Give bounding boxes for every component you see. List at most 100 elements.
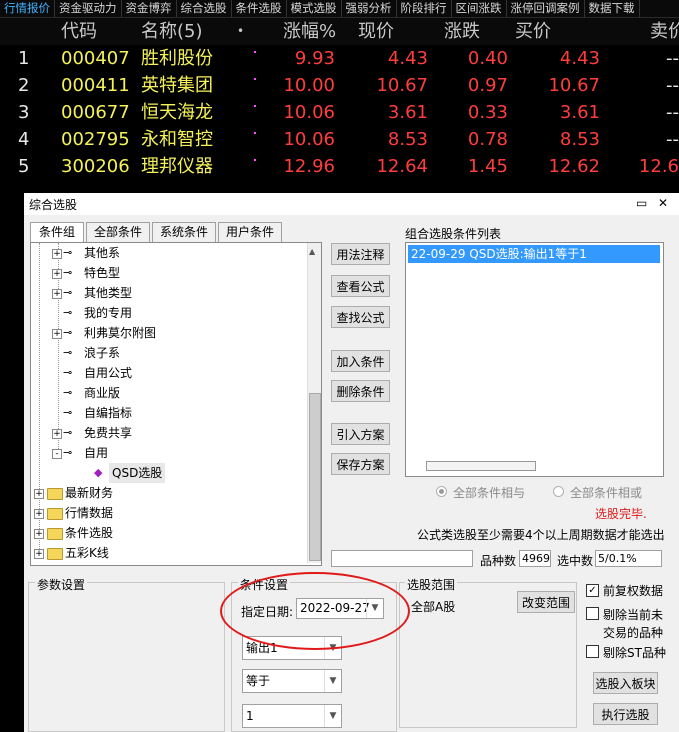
quote-row[interactable]: 4 002795 永和智控 10.06 8.53 0.78 8.53 --	[0, 126, 679, 153]
quote-cell-pct: 10.06	[283, 129, 335, 150]
tree-expand-toggle[interactable]: +	[34, 509, 44, 519]
quote-header-marker: •	[237, 24, 245, 38]
top-tab-8[interactable]: 区间涨跌	[452, 0, 507, 17]
tree-node[interactable]: 自编指标	[84, 403, 132, 423]
tree-expand-toggle[interactable]: +	[34, 549, 44, 559]
quote-row[interactable]: 2 000411 英特集团 10.00 10.67 0.97 10.67 --	[0, 72, 679, 99]
top-tab-2[interactable]: 资金博弈	[122, 0, 177, 17]
radio-and[interactable]	[436, 486, 447, 497]
formula-icon: ◆	[94, 466, 103, 479]
tree-node[interactable]: 浪子系	[84, 343, 120, 363]
quote-header-cell[interactable]: 涨跌	[444, 18, 480, 45]
tree-expand-toggle[interactable]: +	[52, 269, 62, 279]
tab-user-conditions[interactable]: 用户条件	[218, 222, 282, 242]
tree-expand-toggle[interactable]: +	[34, 529, 44, 539]
tree-node[interactable]: 最新财务	[65, 483, 113, 503]
radio-or[interactable]	[553, 486, 564, 497]
quote-cell-chg: 0.40	[467, 48, 508, 69]
quote-row[interactable]: 1 000407 胜利股份 9.93 4.43 0.40 4.43 --	[0, 45, 679, 72]
tree-node[interactable]: 利弗莫尔附图	[84, 323, 156, 343]
quote-cell-code: 300206	[61, 156, 130, 177]
remove-untraded-checkbox[interactable]	[586, 607, 599, 620]
tree-guide-line	[39, 243, 40, 553]
quote-header-cell[interactable]: 涨幅%	[283, 18, 336, 45]
top-tab-9[interactable]: 涨停回调案例	[507, 0, 585, 17]
quote-cell-no: 1	[18, 48, 30, 69]
radio-or-label: 全部条件相或	[570, 486, 643, 500]
top-tab-5[interactable]: 模式选股	[287, 0, 342, 17]
change-range-button[interactable]: 改变范围	[517, 591, 575, 613]
close-icon[interactable]: ✕	[658, 196, 668, 210]
condition-tree[interactable]: ▲ + ⊸ 其他系 + ⊸ 特色型 + ⊸ 其他类型 ⊸ 我的专用 + ⊸ 利弗莫尔附图 ⊸ 浪子系 ⊸ 自用公式…	[30, 242, 322, 566]
operator-select[interactable]: 等于 ▼	[242, 669, 342, 693]
tree-expand-toggle[interactable]: +	[52, 429, 62, 439]
quote-cell-code: 000407	[61, 48, 130, 69]
minimize-icon[interactable]: ▭	[636, 196, 647, 210]
progress-bar	[331, 550, 473, 567]
tree-scroll-thumb[interactable]	[309, 393, 321, 561]
value-input[interactable]: 1 ▼	[242, 704, 342, 728]
tree-node[interactable]: QSD选股	[109, 463, 166, 483]
tree-scrollbar[interactable]: ▲	[307, 243, 321, 563]
top-tab-1[interactable]: 资金驱动力	[55, 0, 122, 17]
annotation-ellipse	[220, 572, 410, 650]
tree-expand-toggle[interactable]: +	[52, 249, 62, 259]
view-formula-button[interactable]: 查看公式	[331, 275, 390, 297]
tree-node[interactable]: 五彩K线	[65, 543, 109, 563]
quote-header-cell[interactable]: 买价	[515, 18, 551, 45]
count-value: 4969	[519, 550, 551, 567]
top-tab-10[interactable]: 数据下载	[585, 0, 640, 17]
top-tab-4[interactable]: 条件选股	[232, 0, 287, 17]
find-formula-button[interactable]: 查找公式	[331, 306, 390, 328]
tab-all-conditions[interactable]: 全部条件	[86, 222, 150, 242]
condition-list-item[interactable]: 22-09-29 QSD选股:输出1等于1	[408, 245, 660, 263]
quote-cell-bid: 10.67	[548, 75, 600, 96]
usage-notes-button[interactable]: 用法注释	[331, 243, 390, 265]
dialog-title-bar: 综合选股 ▭ ✕	[24, 193, 679, 215]
tree-node[interactable]: 特色型	[84, 263, 120, 283]
tree-expand-toggle[interactable]: +	[52, 329, 62, 339]
top-tab-3[interactable]: 综合选股	[177, 0, 232, 17]
chevron-down-icon[interactable]: ▼	[324, 670, 341, 692]
tree-expand-toggle[interactable]: +	[52, 289, 62, 299]
top-tab-0[interactable]: 行情报价	[0, 0, 55, 17]
top-tab-7[interactable]: 阶段排行	[397, 0, 452, 17]
tree-node[interactable]: 行情数据	[65, 503, 113, 523]
tab-system-conditions[interactable]: 系统条件	[152, 222, 216, 242]
add-to-board-button[interactable]: 选股入板块	[593, 672, 658, 694]
quote-cell-name: 永和智控	[141, 129, 213, 150]
tree-node[interactable]: 条件选股	[65, 523, 113, 543]
quote-row[interactable]: 5 300206 理邦仪器 12.96 12.64 1.45 12.62 12.6	[0, 153, 679, 180]
remove-st-label: 剔除ST品种	[603, 646, 666, 660]
delete-condition-button[interactable]: 删除条件	[331, 380, 390, 402]
key-icon: ⊸	[63, 346, 73, 359]
tree-node[interactable]: 免费共享	[84, 423, 132, 443]
quote-header-cell[interactable]: 代码	[61, 18, 97, 45]
tree-node[interactable]: 其他系	[84, 243, 120, 263]
quote-header-cell[interactable]: 名称(5)	[141, 18, 203, 45]
import-scheme-button[interactable]: 引入方案	[331, 423, 390, 445]
list-hscroll-thumb[interactable]	[426, 461, 536, 471]
tree-expand-toggle[interactable]: -	[52, 449, 62, 459]
tree-node[interactable]: 商业版	[84, 383, 120, 403]
tree-node[interactable]: 自用	[84, 443, 108, 463]
combo-list-label: 组合选股条件列表	[405, 227, 502, 241]
fq-checkbox[interactable]: ✓	[586, 584, 599, 597]
remove-st-checkbox[interactable]	[586, 645, 599, 658]
radio-and-label: 全部条件相与	[453, 486, 526, 500]
tab-condition-group[interactable]: 条件组	[30, 222, 84, 242]
add-condition-button[interactable]: 加入条件	[331, 350, 390, 372]
top-tab-6[interactable]: 强弱分析	[342, 0, 397, 17]
chevron-down-icon[interactable]: ▼	[324, 705, 341, 727]
quote-row[interactable]: 3 000677 恒天海龙 10.06 3.61 0.33 3.61 --	[0, 99, 679, 126]
tree-node[interactable]: 我的专用	[84, 303, 132, 323]
limit-up-marker	[254, 51, 256, 53]
save-scheme-button[interactable]: 保存方案	[331, 453, 390, 475]
tree-node[interactable]: 自用公式	[84, 363, 132, 383]
execute-selection-button[interactable]: 执行选股	[593, 703, 658, 725]
tree-node[interactable]: 其他类型	[84, 283, 132, 303]
tree-expand-toggle[interactable]: +	[34, 489, 44, 499]
quote-header-cell[interactable]: 现价	[358, 18, 394, 45]
condition-list[interactable]: 22-09-29 QSD选股:输出1等于1	[405, 242, 664, 477]
quote-header-cell[interactable]: 卖价	[650, 18, 679, 45]
